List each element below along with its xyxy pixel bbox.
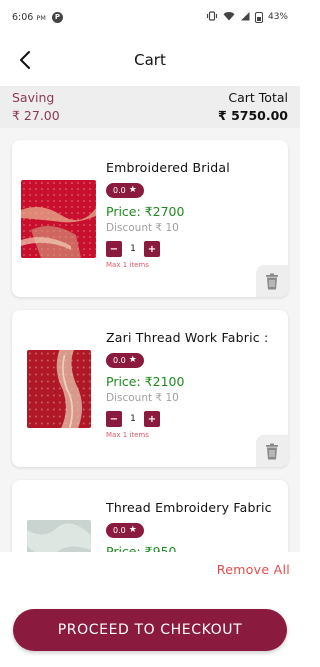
rating-badge: 0.0 ★	[106, 353, 144, 368]
product-name[interactable]: Embroidered Bridal	[106, 160, 282, 175]
cart-item: Zari Thread Work Fabric : 0.0 ★ Price: ₹…	[12, 310, 288, 467]
chevron-left-icon	[20, 51, 30, 69]
status-bar: 6:06 PM P 43%	[0, 0, 300, 34]
cart-total-label: Cart Total	[228, 90, 288, 105]
decrease-quantity-button[interactable]: −	[106, 241, 122, 257]
quantity-value: 1	[130, 414, 136, 424]
increase-quantity-button[interactable]: +	[144, 241, 160, 257]
cart-total-block: Cart Total ₹ 5750.00	[218, 90, 288, 128]
rating-badge: 0.0 ★	[106, 523, 144, 538]
product-price: Price: ₹2100	[106, 374, 185, 389]
product-info: Zari Thread Work Fabric : 0.0 ★ Price: ₹…	[106, 330, 282, 439]
cart-total-value: ₹ 5750.00	[218, 108, 288, 123]
product-info: Embroidered Bridal 0.0 ★ Price: ₹2700 Di…	[106, 160, 282, 269]
increase-quantity-button[interactable]: +	[144, 411, 160, 427]
product-name[interactable]: Thread Embroidery Fabric	[106, 500, 282, 515]
rating-value: 0.0	[113, 356, 126, 365]
proceed-to-checkout-button[interactable]: PROCEED TO CHECKOUT	[13, 609, 287, 651]
saving-block: Saving ₹ 27.00	[12, 90, 60, 128]
cart-summary: Saving ₹ 27.00 Cart Total ₹ 5750.00	[0, 86, 300, 128]
quantity-stepper: − 1 +	[106, 411, 282, 427]
product-price: Price: ₹2700	[106, 204, 185, 219]
delete-item-button[interactable]	[256, 435, 288, 467]
vibrate-icon	[206, 10, 218, 24]
saving-label: Saving	[12, 90, 55, 105]
trash-icon	[266, 273, 278, 289]
product-image[interactable]	[21, 180, 96, 258]
delete-item-button[interactable]	[256, 265, 288, 297]
remove-all-button[interactable]: Remove All	[217, 562, 290, 577]
saving-value: ₹ 27.00	[12, 108, 60, 123]
star-icon: ★	[128, 525, 137, 535]
cart-item-list[interactable]: Embroidered Bridal 0.0 ★ Price: ₹2700 Di…	[0, 128, 300, 552]
product-info: Thread Embroidery Fabric 0.0 ★ Price: ₹9…	[106, 500, 282, 552]
signal-icon	[240, 11, 250, 24]
quantity-stepper: − 1 +	[106, 241, 282, 257]
trash-icon	[266, 443, 278, 459]
status-right: 43%	[206, 10, 288, 24]
rating-badge: 0.0 ★	[106, 183, 144, 198]
max-items-note: Max 1 items	[106, 431, 149, 439]
wifi-icon	[223, 11, 235, 24]
status-time-value: 6:06	[12, 11, 34, 23]
star-icon: ★	[128, 355, 137, 365]
status-ampm: PM	[36, 13, 46, 22]
battery-icon	[254, 11, 263, 23]
cart-item: Embroidered Bridal 0.0 ★ Price: ₹2700 Di…	[12, 140, 288, 297]
star-icon: ★	[128, 185, 137, 195]
quantity-value: 1	[130, 244, 136, 254]
product-image[interactable]	[27, 350, 91, 428]
battery-percent: 43%	[267, 12, 288, 22]
product-discount: Discount ₹ 10	[106, 392, 179, 404]
product-price: Price: ₹950	[106, 544, 177, 552]
back-button[interactable]	[12, 45, 38, 75]
product-image[interactable]	[27, 520, 91, 552]
app-notification-icon: P	[51, 11, 63, 23]
product-name[interactable]: Zari Thread Work Fabric :	[106, 330, 282, 345]
rating-value: 0.0	[113, 526, 126, 535]
decrease-quantity-button[interactable]: −	[106, 411, 122, 427]
rating-value: 0.0	[113, 186, 126, 195]
status-time: 6:06 PM	[12, 12, 46, 23]
max-items-note: Max 1 items	[106, 261, 149, 269]
page-title: Cart	[134, 51, 166, 69]
app-header: Cart	[0, 34, 300, 86]
product-discount: Discount ₹ 10	[106, 222, 179, 234]
cart-item: Thread Embroidery Fabric 0.0 ★ Price: ₹9…	[12, 480, 288, 552]
status-left: 6:06 PM P	[12, 11, 63, 23]
